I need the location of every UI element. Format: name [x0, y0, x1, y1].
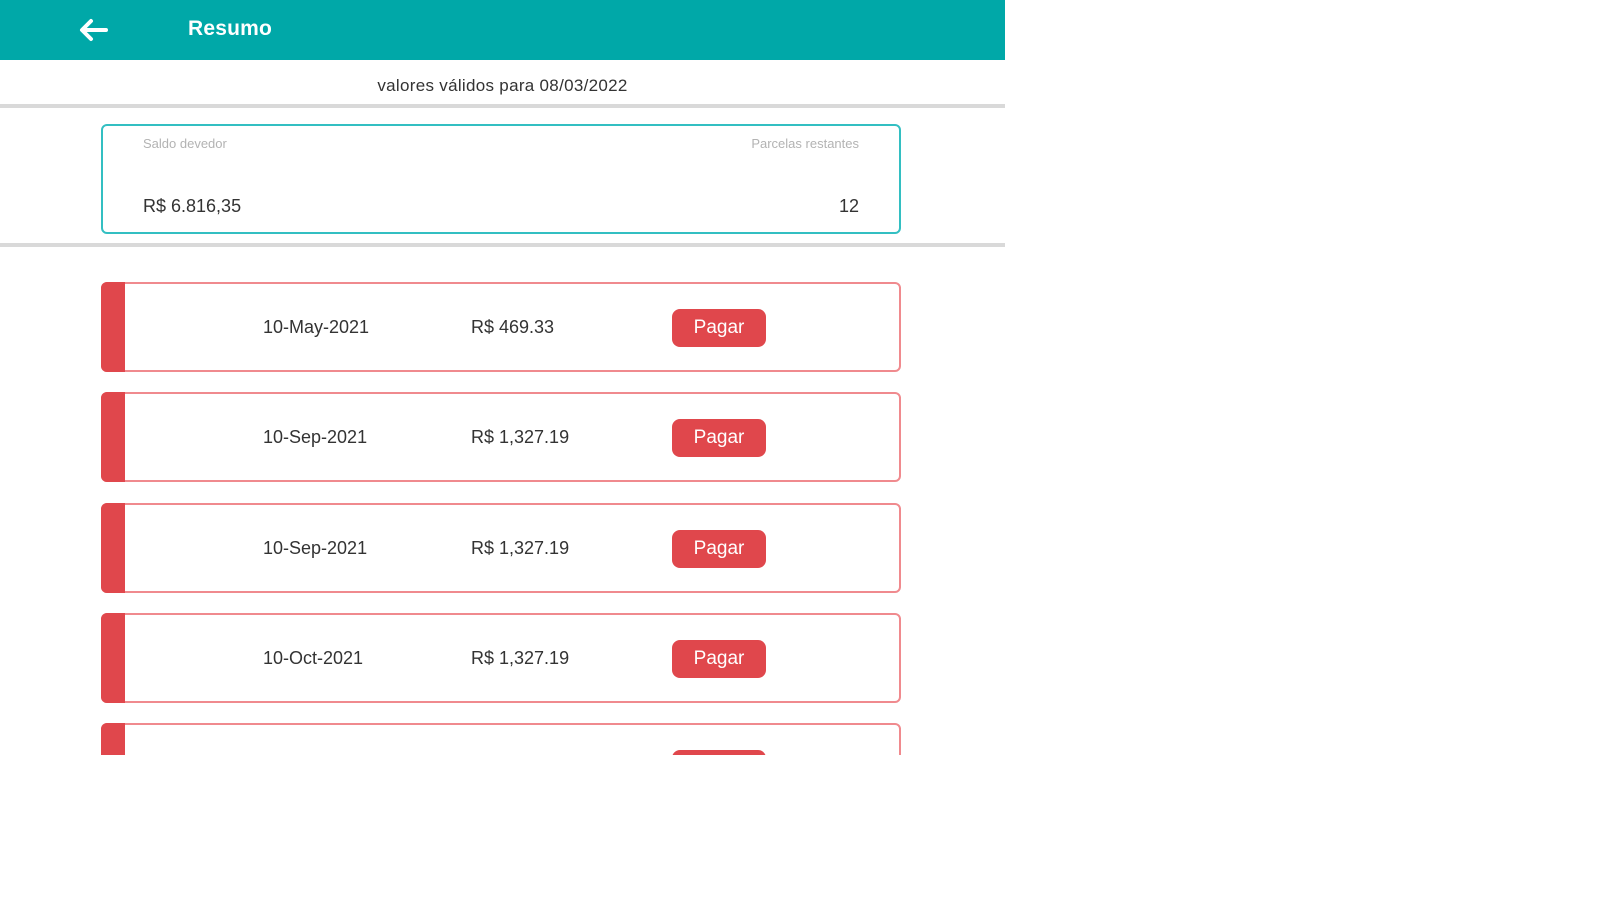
overdue-indicator [101, 723, 125, 755]
overdue-indicator [101, 503, 125, 593]
installment-amount: R$ 1,327.19 [471, 648, 570, 668]
overdue-indicator [101, 392, 125, 482]
installment-date: 10-May-2021 [263, 317, 370, 337]
validity-text: valores válidos para 08/03/2022 [377, 76, 628, 95]
pay-button[interactable]: Pagar [672, 640, 766, 678]
divider [0, 104, 1005, 108]
pay-button[interactable]: Pagar [672, 530, 766, 568]
installment-date: 10-Sep-2021 [263, 538, 368, 558]
overdue-indicator [101, 282, 125, 372]
installment-row [101, 723, 901, 755]
arrow-left-icon [80, 19, 108, 41]
pay-button[interactable]: Pagar [672, 309, 766, 347]
installment-amount: R$ 1,327.19 [471, 538, 570, 558]
installment-date: 10-Oct-2021 [263, 648, 364, 668]
balance-label: Saldo devedor [143, 136, 227, 151]
header-bar: Resumo [0, 0, 1005, 60]
back-button[interactable] [76, 14, 112, 46]
divider [0, 243, 1005, 247]
installment-row: 10-Sep-2021 R$ 1,327.19 Pagar [101, 503, 901, 593]
installment-date: 10-Sep-2021 [263, 427, 368, 447]
app-screen: Resumo valores válidos para 08/03/2022 S… [0, 0, 1005, 900]
pay-button[interactable]: Pagar [672, 419, 766, 457]
pay-button[interactable] [672, 750, 766, 755]
overdue-indicator [101, 613, 125, 703]
installment-amount: R$ 1,327.19 [471, 427, 570, 447]
summary-card: Saldo devedor Parcelas restantes R$ 6.81… [101, 124, 901, 234]
installments-value: 12 [838, 196, 859, 216]
installments-list[interactable]: 10-May-2021 R$ 469.33 Pagar 10-Sep-2021 … [101, 282, 901, 755]
page-title: Resumo [188, 17, 273, 40]
installment-amount: R$ 469.33 [471, 317, 555, 337]
installment-row: 10-Sep-2021 R$ 1,327.19 Pagar [101, 392, 901, 482]
installment-row: 10-Oct-2021 R$ 1,327.19 Pagar [101, 613, 901, 703]
balance-value: R$ 6.816,35 [143, 196, 242, 216]
installments-label: Parcelas restantes [751, 136, 859, 151]
installment-row: 10-May-2021 R$ 469.33 Pagar [101, 282, 901, 372]
